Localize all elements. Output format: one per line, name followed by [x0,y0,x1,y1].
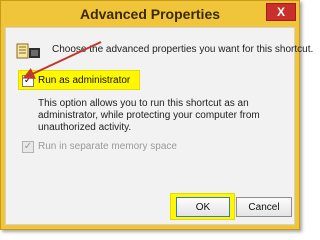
run-as-admin-label[interactable]: Run as administrator [38,75,130,86]
title-bar: Advanced Properties X [1,1,299,27]
shortcut-properties-icon [16,43,40,59]
run-as-admin-description: This option allows you to run this short… [38,98,260,133]
close-icon: X [276,5,285,19]
run-as-admin-checkbox[interactable]: ✓ [22,75,34,87]
dialog-title: Advanced Properties [79,6,221,22]
cancel-button-label: Cancel [248,201,280,213]
advanced-properties-dialog: Advanced Properties X Choose the advance… [0,0,313,230]
separate-memory-checkbox: ✓ [22,141,34,153]
ok-button[interactable]: OK [176,197,230,217]
separate-memory-label: Run in separate memory space [38,141,177,152]
instructions-text: Choose the advanced properties you want … [52,44,314,55]
ok-button-label: OK [195,201,211,213]
cancel-button[interactable]: Cancel [236,197,292,217]
dialog-body: Choose the advanced properties you want … [5,27,313,225]
close-button[interactable]: X [266,3,296,21]
